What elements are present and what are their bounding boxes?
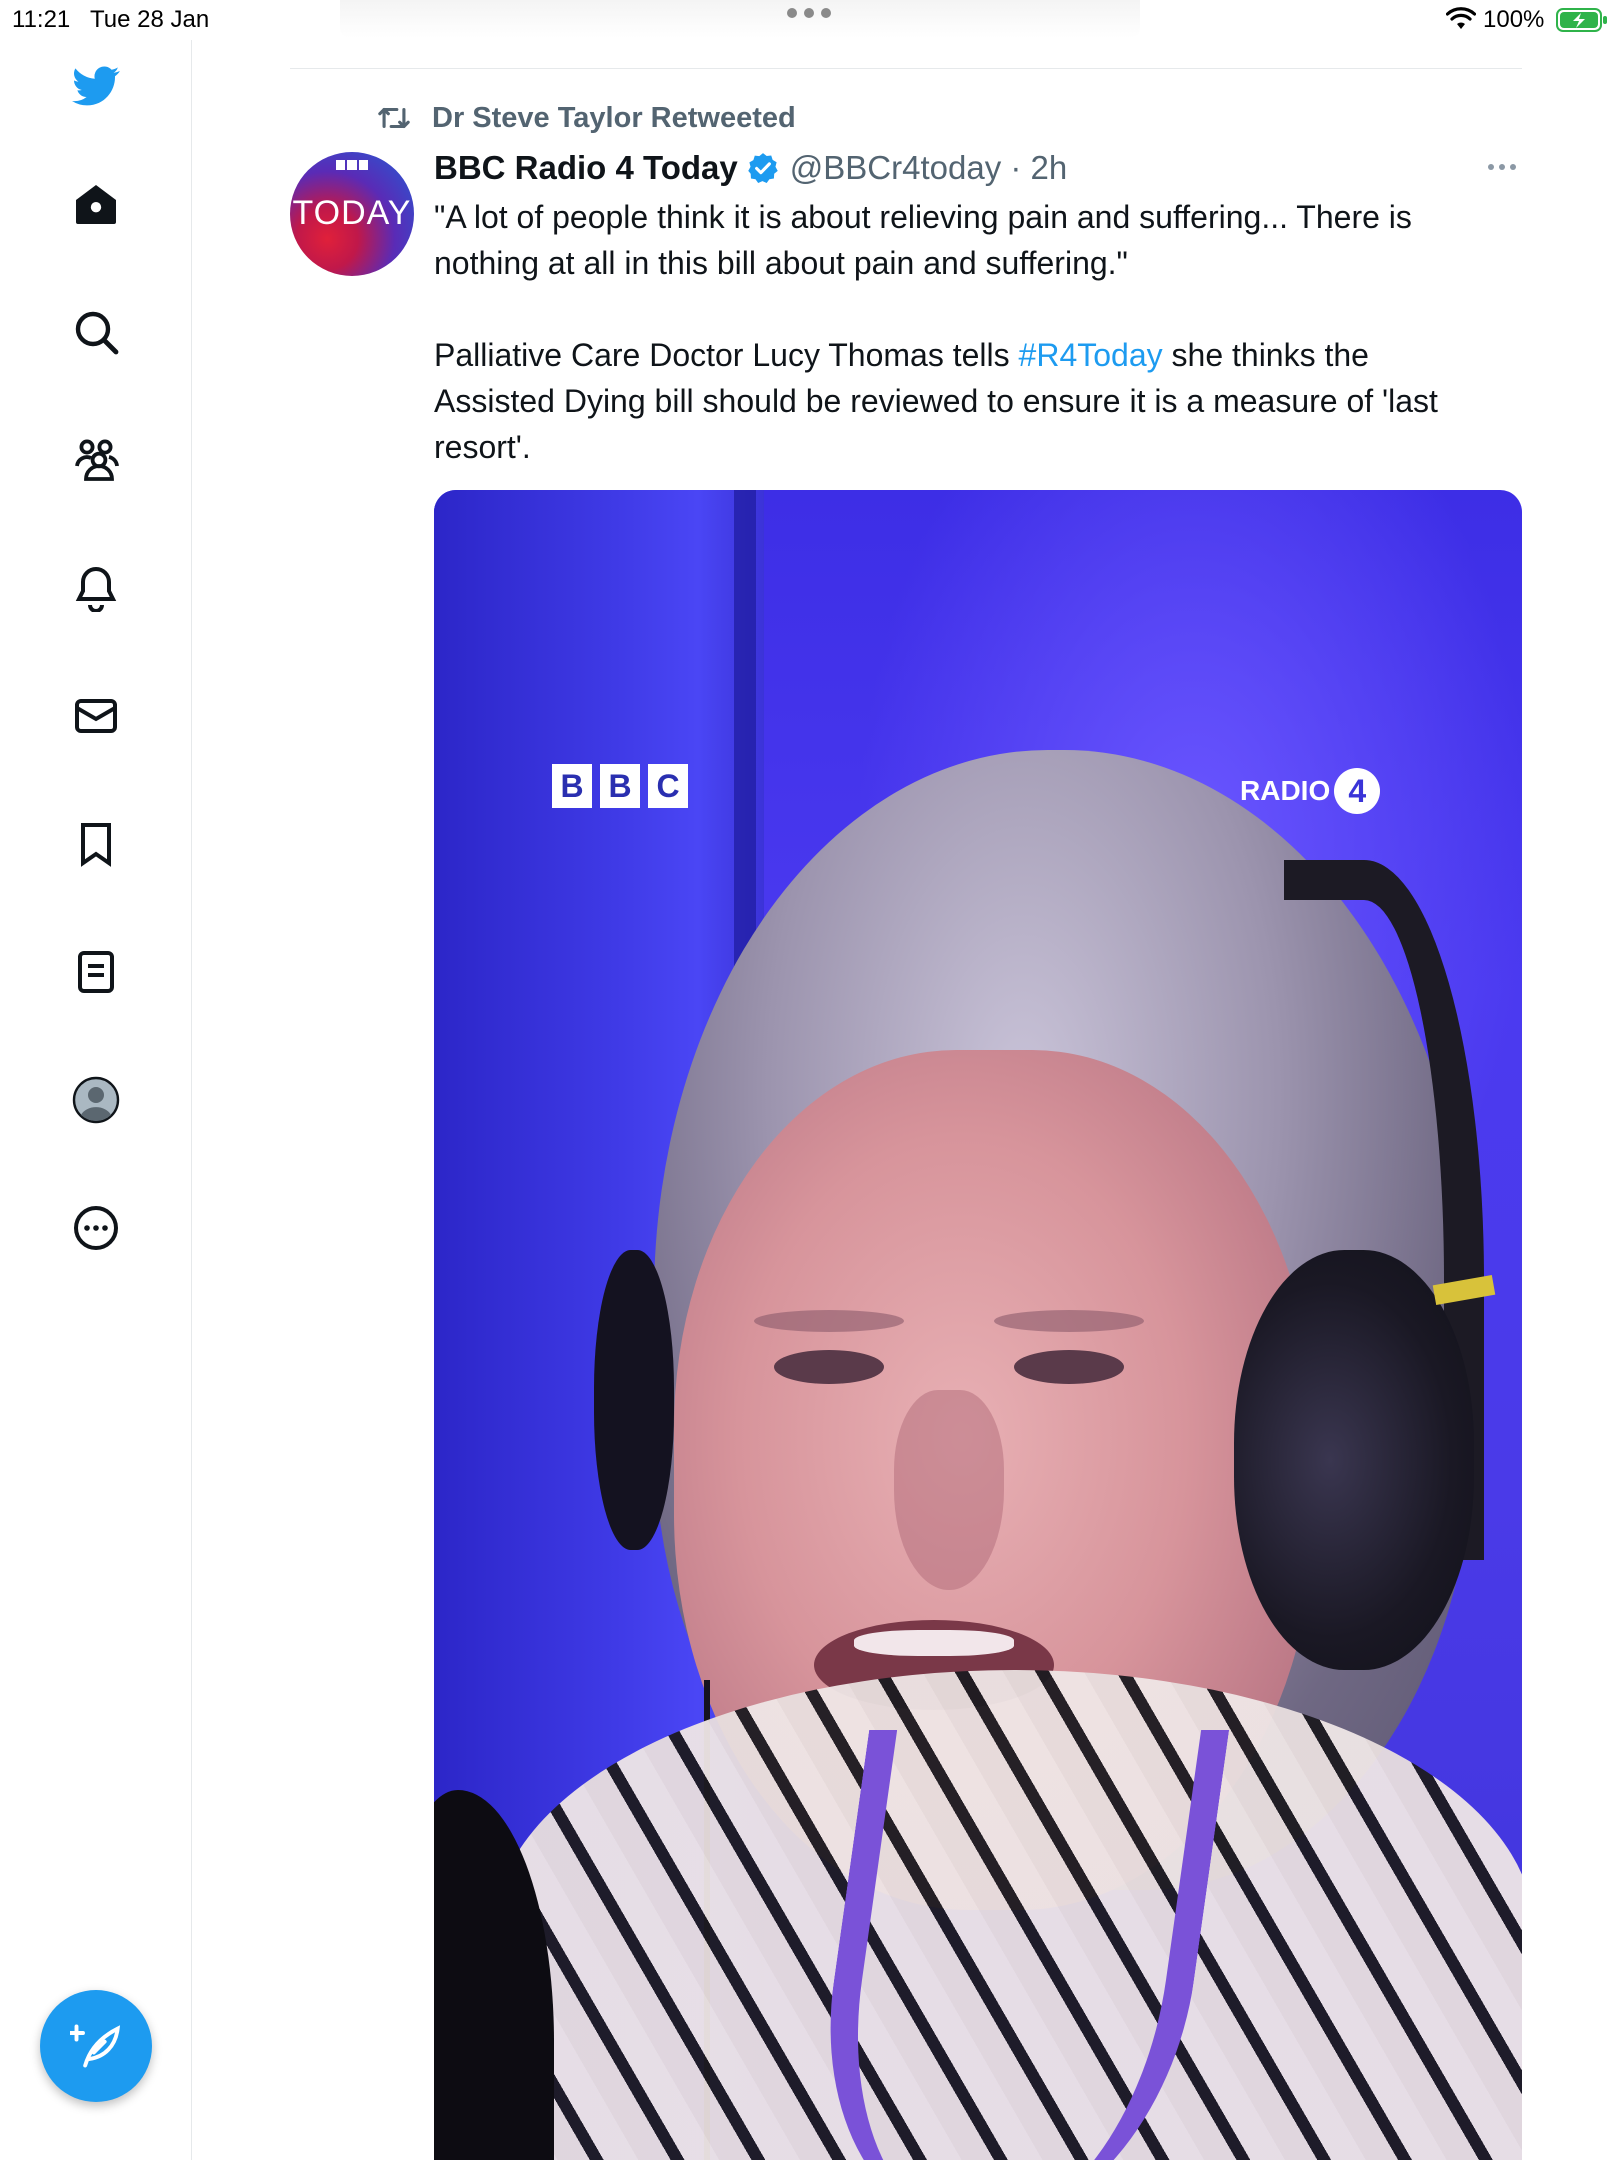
retweeted-by-label[interactable]: Dr Steve Taylor Retweeted (432, 102, 796, 135)
tweet-text-line: Assisted Dying bill should be reviewed t… (434, 383, 1438, 419)
tweet-video[interactable]: BBC RADIO 4 (434, 490, 1522, 2160)
tweet-text-line: resort'. (434, 429, 531, 465)
hashtag-link[interactable]: #R4Today (1019, 337, 1163, 373)
retweet-icon (378, 107, 410, 129)
tweet-text-line: Palliative Care Doctor Lucy Thomas tells… (434, 332, 1524, 378)
twitter-logo-icon[interactable] (70, 60, 122, 112)
handle-and-time[interactable]: @BBCr4today · 2h (790, 149, 1067, 187)
display-name[interactable]: BBC Radio 4 Today (434, 149, 738, 187)
search-icon[interactable] (70, 306, 122, 358)
radio4-logo: RADIO 4 (1240, 768, 1381, 814)
wifi-icon (1446, 7, 1476, 29)
tweet-text-fragment: Palliative Care Doctor Lucy Thomas tells (434, 337, 1019, 373)
headphone-earcup-right (1234, 1250, 1474, 1670)
battery-percentage: 100% (1483, 6, 1545, 33)
sidebar (0, 40, 192, 2160)
communities-icon[interactable] (70, 434, 122, 486)
verified-badge-icon (748, 153, 778, 184)
avatar-text: TODAY (292, 194, 412, 232)
radio-label: RADIO (1240, 775, 1331, 806)
retweet-context: Dr Steve Taylor Retweeted (374, 100, 796, 136)
avatar-bbc-mark (336, 160, 368, 170)
bookmarks-icon[interactable] (70, 818, 122, 870)
avatar[interactable]: TODAY (290, 152, 414, 276)
tweet-text-fragment: she thinks the (1162, 337, 1369, 373)
status-date: Tue 28 Jan (90, 6, 210, 33)
tweet-more-options-icon[interactable] (1488, 155, 1522, 179)
more-icon[interactable] (70, 1202, 122, 1254)
bbc-logo: BBC (552, 764, 688, 808)
lists-icon[interactable] (70, 946, 122, 998)
multitasking-handle-area (340, 0, 1140, 38)
messages-icon[interactable] (70, 690, 122, 742)
tweet-header: BBC Radio 4 Today @BBCr4today · 2h (434, 146, 1067, 190)
tweet-text-line: "A lot of people think it is about relie… (434, 199, 1412, 235)
radio-number: 4 (1334, 768, 1381, 814)
home-icon[interactable] (70, 178, 122, 230)
headphone-earcup-left (594, 1250, 674, 1550)
status-bar: 11:21 Tue 28 Jan 100% (0, 0, 1620, 40)
multitasking-dots-icon[interactable] (787, 8, 833, 22)
battery-charging-icon (1556, 8, 1607, 32)
timeline-divider (290, 68, 1522, 69)
tweet-text: "A lot of people think it is about relie… (434, 194, 1524, 470)
status-time: 11:21 (12, 6, 71, 33)
tweet-text-line: nothing at all in this bill about pain a… (434, 245, 1128, 281)
notifications-icon[interactable] (70, 562, 122, 614)
compose-tweet-icon (70, 2024, 121, 2068)
compose-tweet-button[interactable] (40, 1990, 152, 2102)
profile-icon[interactable] (70, 1074, 122, 1126)
